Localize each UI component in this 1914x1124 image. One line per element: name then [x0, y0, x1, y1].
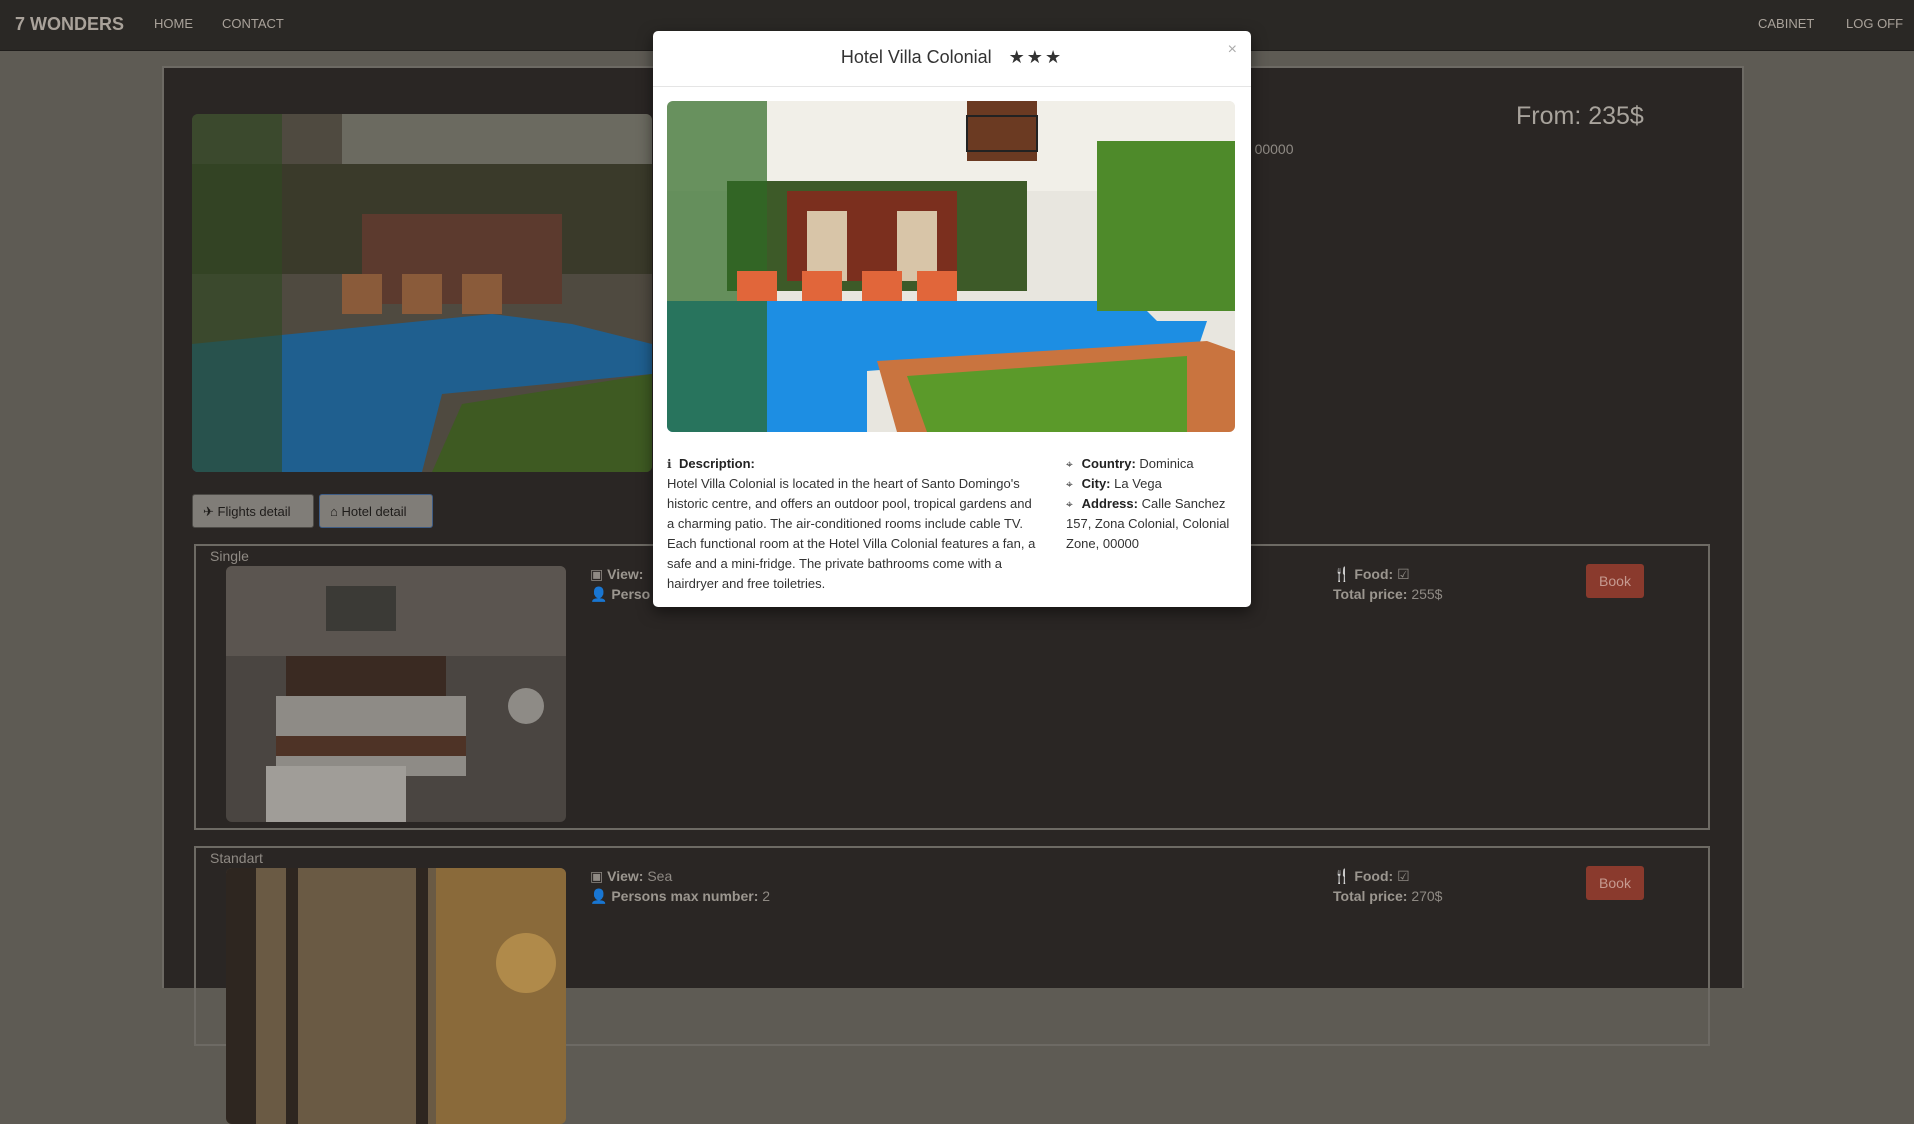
modal-header: Hotel Villa Colonial ★★★ × — [653, 31, 1251, 87]
hotel-price: From: 235$ — [1516, 102, 1644, 130]
room-image[interactable] — [226, 566, 566, 822]
picture-icon: ▣ — [590, 566, 604, 582]
modal-title: Hotel Villa Colonial ★★★ — [653, 47, 1251, 68]
flights-detail-button[interactable]: ✈ Flights detail — [192, 494, 314, 528]
cutlery-icon: 🍴 — [1333, 868, 1351, 884]
nav-home[interactable]: HOME — [154, 16, 193, 31]
room-total-price: Total price: 270$ — [1333, 888, 1443, 904]
hotel-main-image[interactable] — [192, 114, 652, 472]
plane-icon: ✈ — [203, 504, 214, 519]
nav-cabinet[interactable]: CABINET — [1758, 16, 1814, 31]
country-row: ⌖ Country: Dominica — [1066, 454, 1238, 474]
user-icon: 👤 — [590, 586, 608, 602]
map-marker-icon: ⌖ — [1066, 457, 1073, 471]
hotel-detail-button[interactable]: ⌂ Hotel detail — [319, 494, 433, 528]
room-view-info: ▣ View: — [590, 566, 644, 582]
cutlery-icon: 🍴 — [1333, 566, 1351, 582]
map-marker-icon: ⌖ — [1066, 497, 1073, 511]
info-icon: ℹ — [667, 457, 672, 471]
room-food-info: 🍴 Food: ☑ — [1333, 566, 1410, 582]
room-title: Single — [210, 548, 249, 564]
description-text: Hotel Villa Colonial is located in the h… — [667, 476, 1036, 591]
book-button[interactable]: Book — [1586, 866, 1644, 900]
description-heading: ℹ Description: — [667, 454, 1037, 474]
pool-image-art — [667, 101, 1235, 432]
food-checkbox: ☑ — [1397, 566, 1410, 582]
room-persons-info: 👤 Perso — [590, 586, 651, 602]
home-icon: ⌂ — [330, 504, 338, 519]
room-food-info: 🍴 Food: ☑ — [1333, 868, 1410, 884]
food-checkbox: ☑ — [1397, 868, 1410, 884]
flights-detail-label: Flights detail — [217, 504, 291, 519]
room-persons-info: 👤 Persons max number: 2 — [590, 888, 771, 904]
picture-icon: ▣ — [590, 868, 604, 884]
room-view-info: ▣ View: Sea — [590, 868, 673, 884]
nav-contact[interactable]: CONTACT — [222, 16, 284, 31]
room-total-price: Total price: 255$ — [1333, 586, 1443, 602]
bedroom-image-art — [226, 868, 566, 1124]
hotel-name: Hotel Villa Colonial — [840, 47, 992, 67]
book-button[interactable]: Book — [1586, 564, 1644, 598]
room-title: Standart — [210, 850, 263, 866]
brand-logo[interactable]: 7 WONDERS — [15, 14, 124, 35]
pool-image-art — [192, 114, 652, 472]
hotel-detail-label: Hotel detail — [341, 504, 407, 519]
room-image[interactable] — [226, 868, 566, 1124]
location-section: ⌖ Country: Dominica ⌖ City: La Vega ⌖ Ad… — [1066, 454, 1238, 554]
hotel-detail-modal: Hotel Villa Colonial ★★★ × ℹ Description… — [653, 31, 1251, 607]
hotel-stars: ★★★ — [1008, 47, 1064, 67]
map-marker-icon: ⌖ — [1066, 477, 1073, 491]
description-section: ℹ Description: Hotel Villa Colonial is lo… — [667, 454, 1037, 594]
bedroom-image-art — [226, 566, 566, 822]
modal-hotel-image — [667, 101, 1235, 432]
close-icon[interactable]: × — [1228, 41, 1237, 59]
nav-logoff[interactable]: LOG OFF — [1846, 16, 1903, 31]
room-card-standart: Standart ▣ View: Sea 👤 Persons max numbe… — [194, 846, 1710, 1124]
address-row: ⌖ Address: Calle Sanchez 157, Zona Colon… — [1066, 496, 1230, 551]
city-row: ⌖ City: La Vega — [1066, 474, 1238, 494]
user-icon: 👤 — [590, 888, 608, 904]
